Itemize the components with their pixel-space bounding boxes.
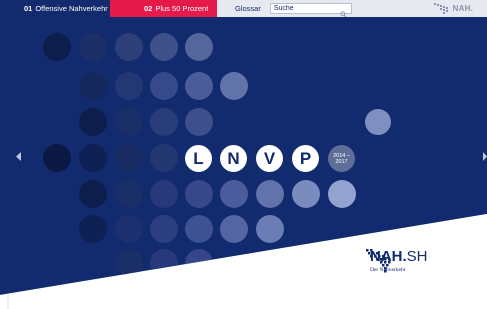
search-input[interactable] bbox=[270, 4, 342, 13]
tab-number: 01 bbox=[24, 4, 33, 13]
tab-label: Offensive Nahverkehr bbox=[35, 4, 108, 13]
tab-plus-50-prozent[interactable]: 02 Plus 50 Prozent bbox=[110, 0, 217, 17]
year-range-badge: 2014 – 2017 bbox=[328, 145, 355, 172]
header-logo-text: NAH. bbox=[452, 4, 473, 13]
tab-number: 02 bbox=[144, 4, 153, 13]
year-end: 2017 bbox=[335, 158, 348, 165]
header-logo[interactable]: NAH. bbox=[433, 3, 473, 14]
hero-banner: L N V P 2014 – 2017 NAH.SH Der Nahverkeh… bbox=[0, 17, 487, 309]
letter-circle-l: L bbox=[185, 145, 212, 172]
pixel-logo-icon bbox=[433, 3, 448, 14]
nah-sh-logo[interactable]: NAH.SH Der Nahverkehr bbox=[366, 249, 428, 273]
brand-name-rest: SH bbox=[406, 248, 428, 265]
pixel-logo-icon bbox=[366, 249, 391, 273]
letter-circle-n: N bbox=[220, 145, 247, 172]
glossar-link[interactable]: Glossar bbox=[217, 0, 270, 17]
tab-label: Plus 50 Prozent bbox=[155, 4, 209, 13]
top-nav: 01 Offensive Nahverkehr 02 Plus 50 Proze… bbox=[0, 0, 487, 18]
search-box bbox=[269, 3, 352, 18]
letter-circle-v: V bbox=[256, 145, 283, 172]
letter-circle-p: P bbox=[292, 145, 319, 172]
tab-offensive-nahverkehr[interactable]: 01 Offensive Nahverkehr bbox=[0, 0, 110, 17]
